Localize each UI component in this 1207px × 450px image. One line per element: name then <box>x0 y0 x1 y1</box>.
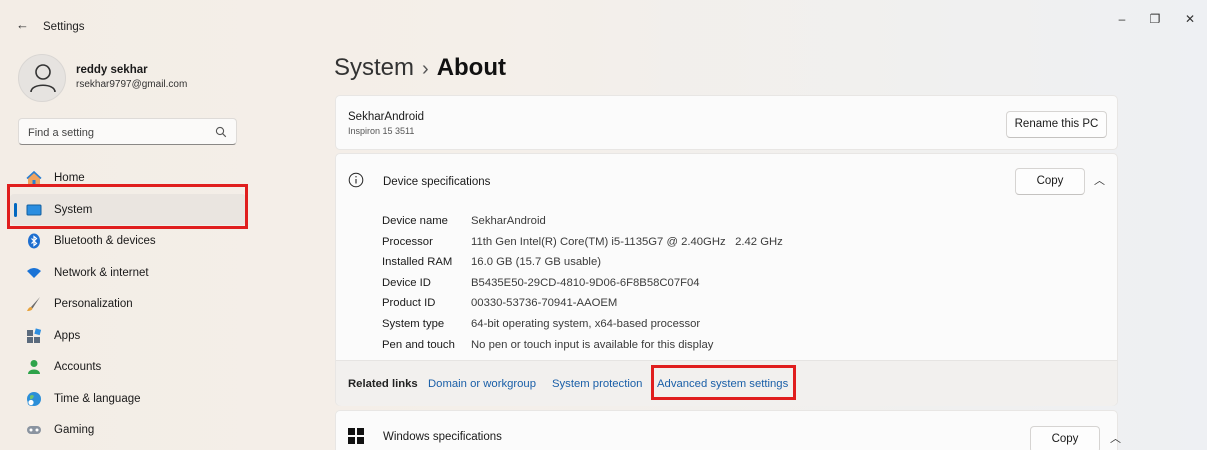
spec-value: 16.0 GB (15.7 GB usable) <box>471 256 601 269</box>
sidebar-item-gaming[interactable]: Gaming <box>10 414 246 446</box>
sidebar-item-label: Accounts <box>54 361 102 373</box>
back-arrow-icon[interactable]: ← <box>16 17 29 32</box>
sidebar-item-network[interactable]: Network & internet <box>10 257 246 289</box>
search-placeholder: Find a setting <box>28 127 95 139</box>
pc-model: Inspiron 15 3511 <box>348 126 415 136</box>
chevron-up-icon[interactable]: ︿ <box>1094 172 1105 188</box>
spec-value: SekharAndroid <box>471 215 546 227</box>
globe-icon <box>27 391 41 406</box>
avatar[interactable] <box>18 54 66 102</box>
gamepad-icon <box>27 426 41 434</box>
spec-label: Device name <box>382 215 448 227</box>
device-specifications-header[interactable]: Device specifications Copy ︿ <box>336 154 1117 208</box>
spec-value: 00330-53736-70941-AAOEM <box>471 297 618 310</box>
user-email: rsekhar9797@gmail.com <box>76 79 188 90</box>
device-specifications-card: Device specifications Copy ︿ Device name… <box>335 153 1118 406</box>
sidebar-item-label: Bluetooth & devices <box>54 235 156 247</box>
sidebar-item-label: Gaming <box>54 424 95 436</box>
sidebar-item-label: Apps <box>54 329 81 342</box>
spec-label: Installed RAM <box>382 256 453 269</box>
minimize-button[interactable]: – <box>1112 12 1132 26</box>
home-icon <box>26 170 42 184</box>
windows-specifications-title: Windows specifications <box>383 431 502 443</box>
brush-icon <box>27 297 40 311</box>
bluetooth-icon <box>28 233 40 249</box>
spec-label: Device ID <box>382 276 431 289</box>
title-bar: ← Settings – ❐ ✕ <box>0 0 1207 40</box>
sidebar-item-personalization[interactable]: Personalization <box>10 288 246 320</box>
spec-value: 64-bit operating system, x64-based proce… <box>471 317 701 330</box>
close-button[interactable]: ✕ <box>1180 12 1200 26</box>
windows-specifications-card[interactable]: Windows specifications Copy ︿ <box>335 410 1121 450</box>
person-icon <box>28 360 40 374</box>
wifi-icon <box>27 267 41 278</box>
spec-label: Product ID <box>382 297 436 310</box>
user-name: reddy sekhar <box>76 64 148 76</box>
apps-icon <box>27 327 42 343</box>
sidebar-item-label: Personalization <box>54 298 133 310</box>
pc-name-card: SekharAndroid Inspiron 15 3511 Rename th… <box>335 95 1118 150</box>
sidebar-item-label: System <box>54 203 93 216</box>
info-icon <box>348 172 364 188</box>
copy-device-specs-button[interactable]: Copy <box>1015 168 1085 195</box>
app-title: Settings <box>43 21 85 33</box>
sidebar-item-label: Home <box>54 172 85 184</box>
spec-label: Processor <box>382 235 433 248</box>
related-links-label: Related links <box>348 378 418 390</box>
search-icon <box>215 126 227 138</box>
selection-indicator <box>14 202 17 217</box>
maximize-button[interactable]: ❐ <box>1145 12 1165 26</box>
copy-windows-specs-button[interactable]: Copy <box>1030 426 1100 450</box>
spec-value: B5435E50-29CD-4810-9D06-6F8B58C07F04 <box>471 276 700 289</box>
system-protection-link[interactable]: System protection <box>552 378 642 390</box>
person-avatar-icon <box>30 64 56 93</box>
breadcrumb: System › About <box>334 54 506 82</box>
sidebar-nav: Home System Bluetooth & devices Network … <box>10 162 246 446</box>
spec-value: No pen or touch input is available for t… <box>471 338 714 351</box>
related-links-bar: Related links Domain or workgroup System… <box>336 360 1117 406</box>
domain-workgroup-link[interactable]: Domain or workgroup <box>428 378 536 390</box>
rename-pc-button[interactable]: Rename this PC <box>1006 111 1107 138</box>
pc-name: SekharAndroid <box>348 111 425 123</box>
chevron-up-icon[interactable]: ︿ <box>1110 430 1121 446</box>
sidebar-item-system[interactable]: System <box>10 193 246 225</box>
sidebar-item-apps[interactable]: Apps <box>10 320 246 352</box>
spec-label: Pen and touch <box>382 338 455 351</box>
spec-label: System type <box>382 317 445 330</box>
spec-value: 11th Gen Intel(R) Core(TM) i5-1135G7 @ 2… <box>471 235 783 248</box>
breadcrumb-parent[interactable]: System <box>334 54 414 81</box>
advanced-system-settings-link[interactable]: Advanced system settings <box>657 378 788 390</box>
system-icon <box>26 204 42 215</box>
windows-logo-icon <box>348 428 364 444</box>
sidebar-item-accounts[interactable]: Accounts <box>10 351 246 383</box>
sidebar-item-time-language[interactable]: Time & language <box>10 383 246 415</box>
sidebar-item-label: Time & language <box>54 392 141 405</box>
page-title: About <box>436 54 506 81</box>
breadcrumb-separator: › <box>422 58 429 80</box>
sidebar-item-label: Network & internet <box>54 266 149 279</box>
search-input[interactable]: Find a setting <box>18 118 237 145</box>
sidebar-item-bluetooth[interactable]: Bluetooth & devices <box>10 225 246 257</box>
sidebar-item-home[interactable]: Home <box>10 162 246 194</box>
device-specifications-title: Device specifications <box>383 176 491 188</box>
